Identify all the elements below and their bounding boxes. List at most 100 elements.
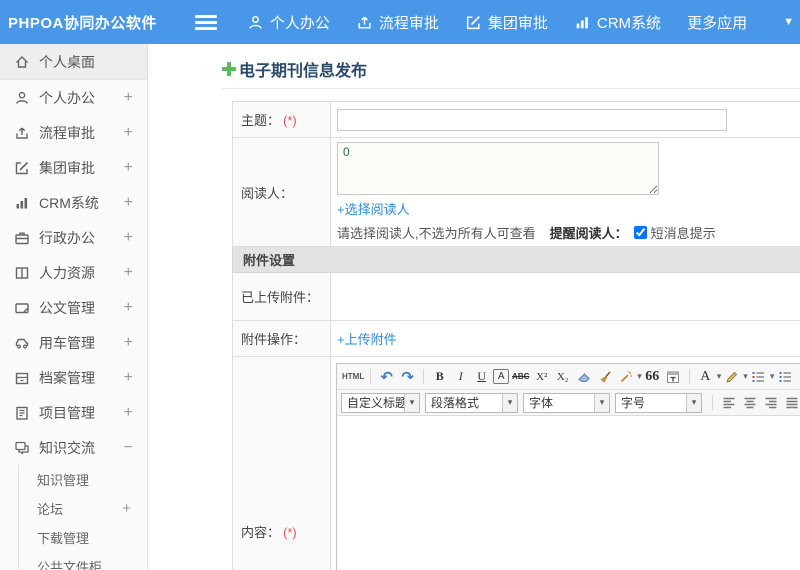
upload-attachment-link[interactable]: +上传附件 bbox=[337, 332, 397, 347]
chevron-down-icon[interactable]: ▾ bbox=[594, 393, 609, 412]
font-color-button[interactable]: A bbox=[696, 367, 715, 387]
nav-item-crm-system[interactable]: CRM系统 bbox=[574, 12, 661, 33]
sidebar-item-knowledge-exchange[interactable]: 知识交流 − bbox=[0, 430, 147, 465]
editor-toolbar-row-1: HTML ↶ ↷ B I U A ABC X² X₂ ▾ 66 A ▾ ▾ ▾ bbox=[337, 364, 800, 390]
subject-input[interactable] bbox=[337, 108, 727, 131]
chevron-down-icon[interactable]: ▾ bbox=[686, 393, 701, 412]
nav-item-more-apps[interactable]: 更多应用 bbox=[687, 12, 747, 33]
expand-icon[interactable]: + bbox=[122, 500, 131, 517]
font-frame-button[interactable]: A bbox=[493, 369, 510, 384]
attachment-section-header: 附件设置 bbox=[232, 246, 800, 273]
italic-button[interactable]: I bbox=[451, 367, 470, 387]
heading-select[interactable]: 自定义标题 ▾ bbox=[341, 392, 420, 413]
chevron-down-icon[interactable]: ▾ bbox=[770, 371, 775, 382]
redo-button[interactable]: ↷ bbox=[398, 367, 417, 387]
expand-icon[interactable]: + bbox=[124, 124, 133, 142]
chevron-down-icon[interactable]: ▾ bbox=[502, 393, 517, 412]
collapse-icon[interactable]: − bbox=[124, 439, 133, 457]
bold-button[interactable]: B bbox=[430, 367, 449, 387]
edit-square-icon bbox=[465, 14, 482, 31]
nav-item-group-approval[interactable]: 集团审批 bbox=[465, 12, 548, 33]
car-icon bbox=[14, 335, 30, 351]
workflow-icon bbox=[14, 125, 30, 141]
paragraph-format-select[interactable]: 段落格式 ▾ bbox=[425, 392, 518, 413]
align-center-icon bbox=[743, 396, 757, 410]
plus-icon bbox=[222, 62, 236, 76]
unordered-list-icon bbox=[778, 370, 792, 384]
hamburger-menu-icon[interactable] bbox=[194, 12, 217, 33]
publish-form: 主题： (*) 阅读人： 0 +选择阅读人 请选择阅读人,不选为所有人可查看 提醒… bbox=[232, 101, 800, 570]
expand-icon[interactable]: + bbox=[124, 159, 133, 177]
magic-wand-button[interactable] bbox=[616, 367, 635, 387]
sidebar-item-personal-office[interactable]: 个人办公 + bbox=[0, 80, 147, 115]
subject-row: 主题： (*) bbox=[232, 101, 800, 138]
insert-date-button[interactable] bbox=[664, 367, 683, 387]
wand-icon bbox=[619, 370, 633, 384]
uploaded-attachments-label: 已上传附件： bbox=[241, 290, 320, 305]
attachment-operation-label: 附件操作： bbox=[241, 332, 307, 347]
select-readers-link[interactable]: +选择阅读人 bbox=[337, 202, 410, 217]
superscript-button[interactable]: X² bbox=[532, 367, 551, 387]
sidebar-subitem-download-management[interactable]: 下载管理 bbox=[19, 523, 147, 552]
undo-button[interactable]: ↶ bbox=[377, 367, 396, 387]
sidebar-item-group-approval[interactable]: 集团审批 + bbox=[0, 150, 147, 185]
sidebar-subitem-knowledge-management[interactable]: 知识管理 bbox=[19, 465, 147, 494]
sidebar-item-workflow-approval[interactable]: 流程审批 + bbox=[0, 115, 147, 150]
expand-icon[interactable]: + bbox=[124, 404, 133, 422]
knowledge-exchange-submenu: 知识管理 论坛 + 下载管理 公共文件柜 bbox=[18, 465, 147, 570]
subscript-button[interactable]: X₂ bbox=[553, 367, 572, 387]
eraser-icon bbox=[577, 370, 591, 384]
sidebar-item-crm-system[interactable]: CRM系统 + bbox=[0, 185, 147, 220]
sms-notify-label: 短消息提示 bbox=[650, 226, 716, 241]
font-size-select[interactable]: 字号 ▾ bbox=[615, 392, 702, 413]
sidebar-item-personal-desktop[interactable]: 个人桌面 bbox=[0, 44, 147, 80]
align-center-button[interactable] bbox=[740, 393, 759, 413]
ordered-list-button[interactable] bbox=[749, 367, 768, 387]
editor-content-area[interactable] bbox=[337, 416, 800, 570]
top-navigation: 个人办公 流程审批 集团审批 CRM系统 更多应用 ▼ bbox=[247, 12, 794, 33]
unordered-list-button[interactable] bbox=[775, 367, 794, 387]
nav-item-personal-office[interactable]: 个人办公 bbox=[247, 12, 330, 33]
expand-icon[interactable]: + bbox=[124, 89, 133, 107]
html-source-button[interactable]: HTML bbox=[342, 367, 364, 387]
format-brush-button[interactable] bbox=[595, 367, 614, 387]
chevron-down-icon[interactable]: ▼ bbox=[783, 16, 794, 28]
sidebar-item-admin-office[interactable]: 行政办公 + bbox=[0, 220, 147, 255]
required-mark: (*) bbox=[283, 525, 297, 540]
sidebar-item-vehicle-management[interactable]: 用车管理 + bbox=[0, 325, 147, 360]
page-header: 电子期刊信息发布 bbox=[222, 57, 800, 89]
justify-button[interactable] bbox=[782, 393, 800, 413]
sidebar-subitem-public-file-cabinet[interactable]: 公共文件柜 bbox=[19, 552, 147, 570]
nav-item-workflow-approval[interactable]: 流程审批 bbox=[356, 12, 439, 33]
font-family-select[interactable]: 字体 ▾ bbox=[523, 392, 610, 413]
app-brand: PHPOA协同办公软件 bbox=[8, 14, 157, 32]
blockquote-button[interactable]: 66 bbox=[643, 367, 662, 387]
chevron-down-icon[interactable]: ▾ bbox=[717, 371, 722, 382]
edit-square-icon bbox=[14, 160, 30, 176]
strikethrough-button[interactable]: ABC bbox=[511, 367, 530, 387]
chevron-down-icon[interactable]: ▾ bbox=[637, 371, 642, 382]
sidebar-item-project-management[interactable]: 项目管理 + bbox=[0, 395, 147, 430]
sidebar-item-archive-management[interactable]: 档案管理 + bbox=[0, 360, 147, 395]
sidebar-item-document-management[interactable]: 公文管理 + bbox=[0, 290, 147, 325]
workflow-icon bbox=[356, 14, 373, 31]
expand-icon[interactable]: + bbox=[124, 194, 133, 212]
highlight-button[interactable] bbox=[722, 367, 741, 387]
expand-icon[interactable]: + bbox=[124, 334, 133, 352]
rich-text-editor: HTML ↶ ↷ B I U A ABC X² X₂ ▾ 66 A ▾ ▾ ▾ … bbox=[336, 363, 800, 570]
sidebar-subitem-forum[interactable]: 论坛 + bbox=[19, 494, 147, 523]
align-left-button[interactable] bbox=[719, 393, 738, 413]
book-icon bbox=[14, 265, 30, 281]
underline-button[interactable]: U bbox=[472, 367, 491, 387]
align-right-button[interactable] bbox=[761, 393, 780, 413]
sidebar-item-human-resources[interactable]: 人力资源 + bbox=[0, 255, 147, 290]
eraser-button[interactable] bbox=[574, 367, 593, 387]
expand-icon[interactable]: + bbox=[124, 299, 133, 317]
expand-icon[interactable]: + bbox=[124, 264, 133, 282]
expand-icon[interactable]: + bbox=[124, 229, 133, 247]
readers-textarea[interactable]: 0 bbox=[337, 142, 659, 195]
sms-notify-checkbox[interactable] bbox=[633, 226, 647, 239]
chevron-down-icon[interactable]: ▾ bbox=[404, 393, 419, 412]
expand-icon[interactable]: + bbox=[124, 369, 133, 387]
chevron-down-icon[interactable]: ▾ bbox=[743, 371, 748, 382]
